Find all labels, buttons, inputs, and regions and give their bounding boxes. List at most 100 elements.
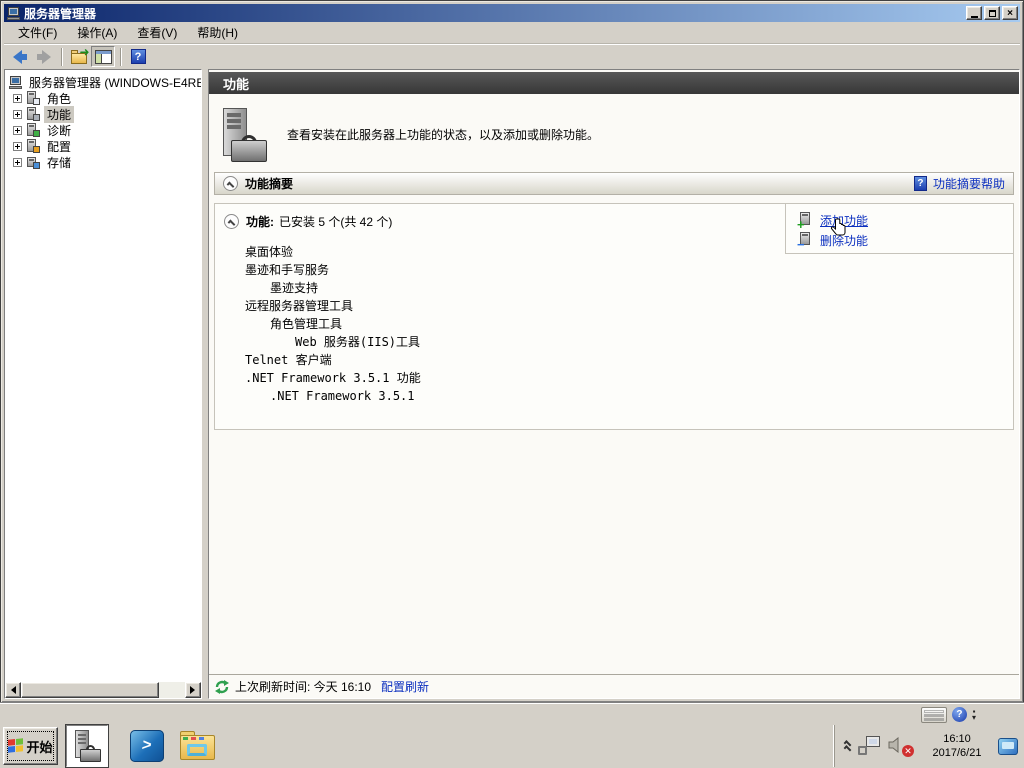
clock[interactable]: 16:10 2017/6/21 [924, 732, 990, 760]
storage-icon [26, 155, 40, 169]
scroll-right-button[interactable] [185, 682, 201, 698]
show-desktop-icon[interactable] [998, 738, 1018, 755]
menu-view[interactable]: 查看(V) [127, 22, 187, 44]
feature-item: .NET Framework 3.5.1 功能 [215, 369, 1013, 387]
add-feature-icon: + [798, 212, 814, 228]
chevron-up-icon [228, 219, 236, 227]
powershell-icon[interactable]: > [130, 730, 164, 762]
taskbar: ? ▪▾ 开始 > ✕ 16:10 2017/6/21 [0, 703, 1024, 768]
features-count: 已安装 5 个(共 42 个) [279, 213, 392, 230]
explorer-folder-icon[interactable] [180, 731, 216, 761]
feature-item: 远程服务器管理工具 [215, 297, 1013, 315]
pane-title: 功能 [223, 74, 249, 93]
scroll-left-button[interactable] [5, 682, 21, 698]
intro-section: 查看安装在此服务器上功能的状态，以及添加或删除功能。 [209, 94, 1019, 172]
intro-text: 查看安装在此服务器上功能的状态，以及添加或删除功能。 [287, 126, 599, 143]
app-icon [7, 7, 21, 20]
configuration-icon [26, 139, 40, 153]
expand-icon[interactable] [13, 110, 22, 119]
titlebar: 服务器管理器 × [4, 4, 1020, 22]
restore-button[interactable] [984, 6, 1000, 20]
installed-features-list: 桌面体验 墨迹和手写服务 墨迹支持 远程服务器管理工具 角色管理工具 Web 服… [215, 243, 1013, 405]
last-refresh-text: 上次刷新时间: 今天 16:10 [235, 678, 371, 695]
collapse-features-button[interactable] [224, 214, 239, 229]
windows-logo-icon [8, 738, 23, 754]
tree-item-diagnostics[interactable]: 诊断 [7, 122, 199, 138]
volume-muted-icon[interactable]: ✕ [888, 735, 914, 757]
start-label: 开始 [26, 737, 52, 756]
language-bar: ? ▪▾ [921, 706, 976, 723]
roles-icon [26, 91, 40, 105]
close-button[interactable]: × [1002, 6, 1018, 20]
minimize-button[interactable] [966, 6, 982, 20]
server-toolbox-icon [219, 108, 271, 162]
configure-refresh-link[interactable]: 配置刷新 [381, 678, 429, 695]
console-tree-icon [95, 50, 112, 64]
computer-icon [9, 76, 23, 89]
feature-item: Telnet 客户端 [215, 351, 1013, 369]
keyboard-icon[interactable] [921, 707, 947, 723]
menu-action[interactable]: 操作(A) [67, 22, 127, 44]
mute-badge-icon: ✕ [902, 745, 914, 757]
summary-title: 功能摘要 [245, 175, 293, 192]
feature-actions: + 添加功能 − 删除功能 [785, 204, 1013, 254]
forward-button[interactable] [32, 46, 56, 67]
help-icon: ? [914, 176, 927, 191]
collapse-summary-button[interactable] [223, 176, 238, 191]
taskbar-button-server-manager[interactable] [66, 725, 108, 767]
back-button[interactable] [8, 46, 32, 67]
remove-feature-icon: − [798, 232, 814, 248]
toolbar: ➜ ? [4, 45, 1020, 68]
mouse-cursor [830, 218, 847, 238]
refresh-icon [215, 680, 229, 694]
features-label: 功能: [246, 213, 274, 230]
expand-icon[interactable] [13, 126, 22, 135]
refresh-statusbar: 上次刷新时间: 今天 16:10 配置刷新 [209, 674, 1019, 698]
feature-item: .NET Framework 3.5.1 [215, 387, 1013, 405]
horizontal-scrollbar[interactable] [5, 682, 201, 698]
server-manager-window: 服务器管理器 × 文件(F) 操作(A) 查看(V) 帮助(H) ➜ ? 服务器… [0, 0, 1024, 703]
expand-icon[interactable] [13, 94, 22, 103]
feature-item: 墨迹支持 [215, 279, 1013, 297]
start-button[interactable]: 开始 [3, 727, 58, 765]
tray-date: 2017/6/21 [924, 746, 990, 760]
window-title: 服务器管理器 [24, 5, 966, 22]
pane-header: 功能 [209, 72, 1019, 94]
forward-icon [42, 50, 51, 64]
toolbar-separator [120, 48, 121, 66]
server-manager-icon [72, 730, 102, 762]
tree-root-label: 服务器管理器 (WINDOWS-E4REQH [26, 74, 202, 91]
console-tree-toggle-button[interactable] [91, 46, 115, 67]
feature-item: Web 服务器(IIS)工具 [215, 333, 1013, 351]
features-box: 功能: 已安装 5 个(共 42 个) + 添加功能 − 删除功能 [214, 203, 1014, 430]
tree-item-features[interactable]: 功能 [7, 106, 199, 122]
feature-item: 角色管理工具 [215, 315, 1013, 333]
feature-summary-help-link[interactable]: 功能摘要帮助 [933, 175, 1005, 192]
menu-help[interactable]: 帮助(H) [187, 22, 248, 44]
tree-selected-label: 功能 [44, 106, 74, 123]
tree-item-storage[interactable]: 存储 [7, 154, 199, 170]
features-icon [26, 107, 40, 121]
show-hidden-icons-chevron[interactable] [844, 742, 851, 751]
expand-icon[interactable] [13, 142, 22, 151]
expand-icon[interactable] [13, 158, 22, 167]
tree-root[interactable]: 服务器管理器 (WINDOWS-E4REQH [7, 74, 199, 90]
help-button[interactable]: ? [126, 46, 150, 67]
tree-item-roles[interactable]: 角色 [7, 90, 199, 106]
network-icon[interactable] [858, 736, 880, 756]
language-options-icon[interactable]: ▪▾ [972, 709, 976, 721]
menubar: 文件(F) 操作(A) 查看(V) 帮助(H) [4, 22, 1020, 44]
menu-file[interactable]: 文件(F) [8, 22, 67, 44]
toolbar-separator [61, 48, 62, 66]
language-help-icon[interactable]: ? [952, 707, 967, 722]
chevron-up-icon [227, 181, 235, 189]
system-tray: ✕ 16:10 2017/6/21 [834, 725, 1024, 767]
back-icon [13, 50, 22, 64]
up-one-level-button[interactable]: ➜ [67, 46, 91, 67]
scrollbar-thumb[interactable] [21, 682, 159, 698]
tray-time: 16:10 [924, 732, 990, 746]
help-icon: ? [131, 49, 146, 64]
diagnostics-icon [26, 123, 40, 137]
up-folder-icon: ➜ [71, 50, 88, 64]
tree-item-configuration[interactable]: 配置 [7, 138, 199, 154]
